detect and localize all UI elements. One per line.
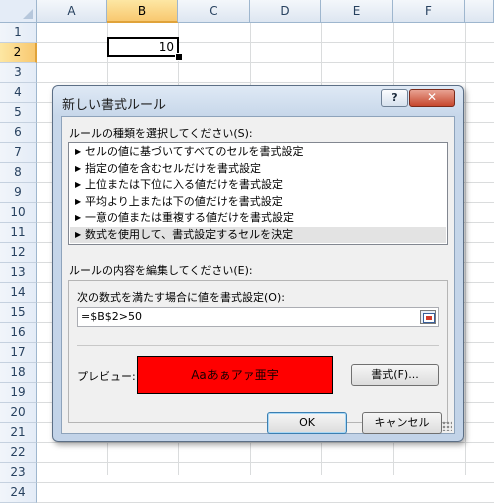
column-header-f[interactable]: F [393,0,465,23]
triangle-right-icon: ▶ [75,196,82,206]
ok-button[interactable]: OK [267,412,347,434]
select-all-corner[interactable] [0,0,37,23]
rule-type-text: 数式を使用して、書式設定するセルを決定 [85,227,294,241]
row-header-14[interactable]: 14 [0,283,37,303]
select-all-triangle-icon [23,9,33,19]
formula-input[interactable]: =$B$2>50 [77,307,439,327]
row-header-13[interactable]: 13 [0,263,37,283]
grid-line [37,442,494,443]
range-picker-icon[interactable] [420,310,436,324]
row-header-20[interactable]: 20 [0,403,37,423]
preview-label: プレビュー: [77,370,136,383]
resize-grip-icon[interactable] [442,421,452,431]
grid-line [37,462,494,463]
row-header-10[interactable]: 10 [0,203,37,223]
format-button[interactable]: 書式(F)... [351,364,439,386]
row-header-16[interactable]: 16 [0,323,37,343]
triangle-right-icon: ▶ [75,180,82,189]
format-preview: Aaあぁアァ亜宇 [137,356,333,394]
column-header-e[interactable]: E [321,0,393,23]
row-header-18[interactable]: 18 [0,363,37,383]
column-header-a[interactable]: A [37,0,107,23]
grid-line [37,82,494,83]
rule-type-label: ルールの種類を選択してください(S): [69,127,253,140]
row-header-4[interactable]: 4 [0,83,37,103]
grid-line [37,482,494,483]
row-header-21[interactable]: 21 [0,423,37,443]
row-header-9[interactable]: 9 [0,183,37,203]
rule-type-item[interactable]: ▶ 指定の値を含むセルだけを書式設定 [70,161,446,178]
row-header-8[interactable]: 8 [0,163,37,183]
grid-line [465,23,466,475]
column-header-d[interactable]: D [250,0,321,23]
rule-type-item[interactable]: ▶ 上位または下位に入る値だけを書式設定 [70,177,446,194]
row-header-19[interactable]: 19 [0,383,37,403]
fill-handle[interactable] [175,53,183,61]
row-header-7[interactable]: 7 [0,143,37,163]
divider [77,345,439,346]
grid-line [37,62,494,63]
row-header-23[interactable]: 23 [0,463,37,483]
rule-description-panel: 次の数式を満たす場合に値を書式設定(O): =$B$2>50 プレビュー: Aa… [68,280,448,423]
row-header-17[interactable]: 17 [0,343,37,363]
dialog-title: 新しい書式ルール [62,98,167,113]
active-cell-b2[interactable]: 10 [107,37,179,57]
grid-line [37,42,494,43]
dialog-titlebar[interactable]: 新しい書式ルール ? ✕ [53,86,463,116]
rule-type-text: 指定の値を含むセルだけを書式設定 [85,161,261,175]
rule-type-text: 平均より上または下の値だけを書式設定 [85,194,283,208]
triangle-right-icon: ▶ [75,163,82,173]
dialog-body: ルールの種類を選択してください(S): ▶ セルの値に基づいてすべてのセルを書式設… [61,116,455,434]
triangle-right-icon: ▶ [75,229,82,239]
row-header-1[interactable]: 1 [0,23,37,43]
help-button[interactable]: ? [381,89,408,107]
rule-type-text: セルの値に基づいてすべてのセルを書式設定 [85,145,304,158]
column-header-c[interactable]: C [178,0,250,23]
row-header-22[interactable]: 22 [0,443,37,463]
rule-type-item[interactable]: ▶ セルの値に基づいてすべてのセルを書式設定 [70,144,446,161]
rule-type-item-selected[interactable]: ▶ 数式を使用して、書式設定するセルを決定 [70,226,446,243]
close-button[interactable]: ✕ [409,89,455,107]
column-header-g[interactable] [465,0,494,23]
row-header-2[interactable]: 2 [0,43,37,63]
rule-type-text: 一意の値または重複する値だけを書式設定 [85,211,294,224]
row-header-15[interactable]: 15 [0,303,37,323]
rule-type-list[interactable]: ▶ セルの値に基づいてすべてのセルを書式設定 ▶ 指定の値を含むセルだけを書式設定 … [68,142,448,245]
rule-type-text: 上位または下位に入る値だけを書式設定 [85,178,283,191]
row-header-6[interactable]: 6 [0,123,37,143]
row-header-3[interactable]: 3 [0,63,37,83]
row-header-11[interactable]: 11 [0,223,37,243]
formula-label: 次の数式を満たす場合に値を書式設定(O): [77,291,285,304]
rule-type-item[interactable]: ▶ 平均より上または下の値だけを書式設定 [70,194,446,211]
row-header-24[interactable]: 24 [0,483,37,503]
edit-rule-label: ルールの内容を編集してください(E): [69,264,253,277]
row-header-12[interactable]: 12 [0,243,37,263]
cancel-button[interactable]: キャンセル [362,412,442,434]
column-header-b[interactable]: B [107,0,178,23]
row-header-5[interactable]: 5 [0,103,37,123]
formula-text: =$B$2>50 [81,310,142,323]
rule-type-item[interactable]: ▶ 一意の値または重複する値だけを書式設定 [70,210,446,227]
new-format-rule-dialog: 新しい書式ルール ? ✕ ルールの種類を選択してください(S): ▶ セルの値に基… [52,85,464,442]
triangle-right-icon: ▶ [75,213,82,222]
triangle-right-icon: ▶ [75,147,82,156]
